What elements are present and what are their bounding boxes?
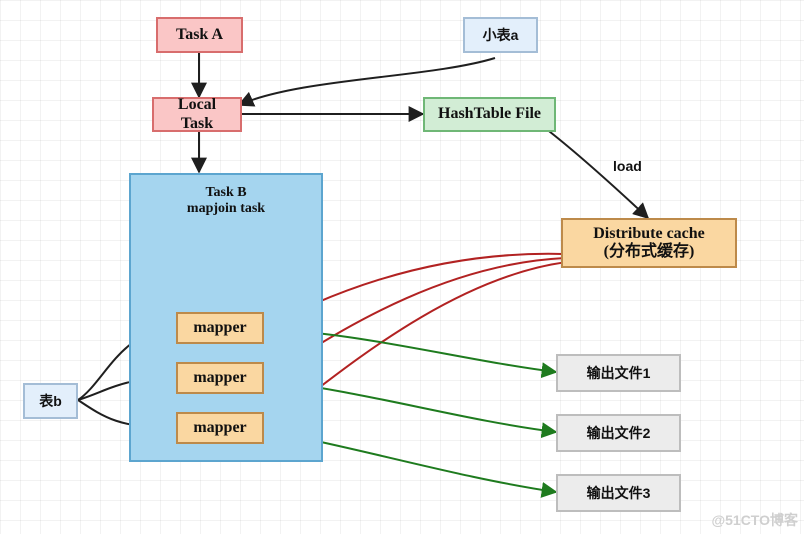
node-mapper-3: mapper (176, 412, 264, 444)
node-mapper-2: mapper (176, 362, 264, 394)
node-taskA: Task A (156, 17, 243, 53)
node-output-3: 输出文件3 (556, 474, 681, 512)
watermark: @51CTO博客 (711, 510, 798, 530)
node-hashtable-file: HashTable File (423, 97, 556, 132)
node-distribute-cache: Distribute cache (分布式缓存) (561, 218, 737, 268)
panel-taskB-caption: Task B mapjoin task (187, 185, 265, 217)
node-localtask: Local Task (152, 97, 242, 132)
label-load: load (613, 158, 642, 174)
node-mapper-1: mapper (176, 312, 264, 344)
node-output-1: 输出文件1 (556, 354, 681, 392)
node-output-2: 输出文件2 (556, 414, 681, 452)
node-table-b: 表b (23, 383, 78, 419)
node-small-table-a: 小表a (463, 17, 538, 53)
